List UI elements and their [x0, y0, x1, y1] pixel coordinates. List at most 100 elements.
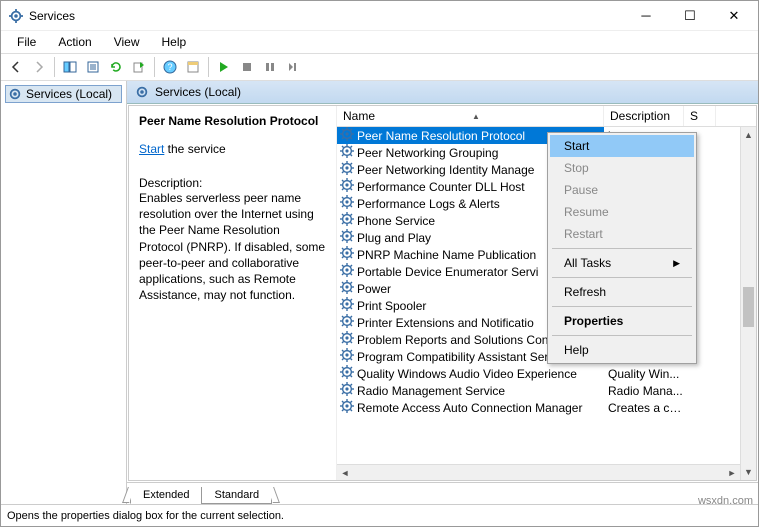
minimize-button[interactable]: ─: [624, 2, 668, 30]
ctx-restart: Restart: [550, 223, 694, 245]
statusbar: Opens the properties dialog box for the …: [1, 504, 758, 526]
service-name: Quality Windows Audio Video Experience: [357, 367, 577, 381]
ctx-help[interactable]: Help: [550, 339, 694, 361]
description-heading: Description:: [139, 176, 326, 190]
menubar: File Action View Help: [1, 31, 758, 53]
stop-service-button[interactable]: [236, 56, 258, 78]
context-menu: Start Stop Pause Resume Restart All Task…: [547, 132, 697, 364]
ctx-refresh[interactable]: Refresh: [550, 281, 694, 303]
tree-node-services-local[interactable]: Services (Local): [5, 85, 122, 103]
service-name: Peer Networking Grouping: [357, 146, 498, 160]
properties-button[interactable]: [182, 56, 204, 78]
export-button[interactable]: [82, 56, 104, 78]
menu-file[interactable]: File: [7, 33, 46, 51]
vertical-scrollbar[interactable]: ▲ ▼: [740, 127, 756, 480]
column-name[interactable]: Name▲: [337, 106, 604, 126]
refresh-button[interactable]: [105, 56, 127, 78]
service-name: Phone Service: [357, 214, 435, 228]
back-button[interactable]: [5, 56, 27, 78]
titlebar[interactable]: Services ─ ☐ ✕: [1, 1, 758, 31]
gear-icon: [340, 127, 354, 144]
chevron-right-icon: ▶: [673, 258, 680, 269]
scroll-left-icon[interactable]: ◄: [337, 465, 353, 480]
column-startup[interactable]: S: [684, 106, 716, 126]
menu-help[interactable]: Help: [152, 33, 197, 51]
gear-icon: [340, 365, 354, 382]
services-icon: [8, 87, 22, 101]
window-title: Services: [29, 9, 75, 23]
service-name: PNRP Machine Name Publication: [357, 248, 536, 262]
scroll-thumb[interactable]: [743, 287, 754, 327]
gear-icon: [340, 399, 354, 416]
gear-icon: [340, 280, 354, 297]
horizontal-scrollbar[interactable]: ◄ ►: [337, 464, 740, 480]
sort-asc-icon: ▲: [472, 112, 480, 121]
menu-view[interactable]: View: [104, 33, 150, 51]
ctx-properties[interactable]: Properties: [550, 310, 694, 332]
services-icon: [9, 9, 23, 23]
ctx-stop: Stop: [550, 157, 694, 179]
watermark: wsxdn.com: [698, 495, 753, 507]
description-text: Enables serverless peer name resolution …: [139, 190, 326, 303]
service-name: Print Spooler: [357, 299, 426, 313]
menu-action[interactable]: Action: [48, 33, 101, 51]
gear-icon: [340, 195, 354, 212]
scroll-up-icon[interactable]: ▲: [741, 127, 756, 143]
gear-icon: [340, 246, 354, 263]
tab-extended[interactable]: Extended: [130, 487, 202, 504]
help-button[interactable]: ?: [159, 56, 181, 78]
ctx-start[interactable]: Start: [550, 135, 694, 157]
scroll-down-icon[interactable]: ▼: [741, 464, 756, 480]
view-tabs: Extended Standard: [127, 482, 758, 504]
console-tree[interactable]: Services (Local): [1, 81, 127, 504]
table-row[interactable]: Remote Access Auto Connection Manager Cre…: [337, 399, 756, 416]
service-name: Portable Device Enumerator Servi: [357, 265, 538, 279]
maximize-button[interactable]: ☐: [668, 2, 712, 30]
tab-standard[interactable]: Standard: [201, 487, 272, 504]
svg-text:?: ?: [167, 62, 172, 72]
service-desc: Creates a co...: [604, 401, 684, 415]
gear-icon: [340, 212, 354, 229]
gear-icon: [340, 314, 354, 331]
column-description[interactable]: Description: [604, 106, 684, 126]
service-name: Performance Logs & Alerts: [357, 197, 500, 211]
gear-icon: [340, 263, 354, 280]
pause-service-button[interactable]: [259, 56, 281, 78]
gear-icon: [340, 348, 354, 365]
close-button[interactable]: ✕: [712, 2, 756, 30]
gear-icon: [340, 382, 354, 399]
gear-icon: [340, 178, 354, 195]
service-desc: Quality Win...: [604, 367, 684, 381]
service-name: Program Compatibility Assistant Service: [357, 350, 570, 364]
ctx-pause: Pause: [550, 179, 694, 201]
export-list-button[interactable]: [128, 56, 150, 78]
service-name: Remote Access Auto Connection Manager: [357, 401, 582, 415]
gear-icon: [340, 229, 354, 246]
gear-icon: [340, 331, 354, 348]
service-desc: Radio Mana...: [604, 384, 684, 398]
start-service-button[interactable]: [213, 56, 235, 78]
table-row[interactable]: Quality Windows Audio Video Experience Qu…: [337, 365, 756, 382]
start-link[interactable]: Start: [139, 142, 164, 156]
detail-panel: Peer Name Resolution Protocol Start the …: [129, 106, 336, 480]
gear-icon: [340, 144, 354, 161]
service-name: Power: [357, 282, 391, 296]
services-icon: [135, 85, 149, 99]
service-name: Peer Name Resolution Protocol: [357, 129, 525, 143]
service-name: Performance Counter DLL Host: [357, 180, 525, 194]
selected-service-name: Peer Name Resolution Protocol: [139, 114, 326, 128]
service-name: Plug and Play: [357, 231, 431, 245]
gear-icon: [340, 161, 354, 178]
scroll-right-icon[interactable]: ►: [724, 465, 740, 480]
restart-service-button[interactable]: [282, 56, 304, 78]
service-name: Peer Networking Identity Manage: [357, 163, 534, 177]
pane-header: Services (Local): [127, 81, 758, 104]
table-row[interactable]: Radio Management Service Radio Mana...: [337, 382, 756, 399]
forward-button[interactable]: [28, 56, 50, 78]
ctx-resume: Resume: [550, 201, 694, 223]
ctx-all-tasks[interactable]: All Tasks▶: [550, 252, 694, 274]
show-hide-tree-button[interactable]: [59, 56, 81, 78]
gear-icon: [340, 297, 354, 314]
service-name: Printer Extensions and Notificatio: [357, 316, 534, 330]
service-name: Radio Management Service: [357, 384, 505, 398]
